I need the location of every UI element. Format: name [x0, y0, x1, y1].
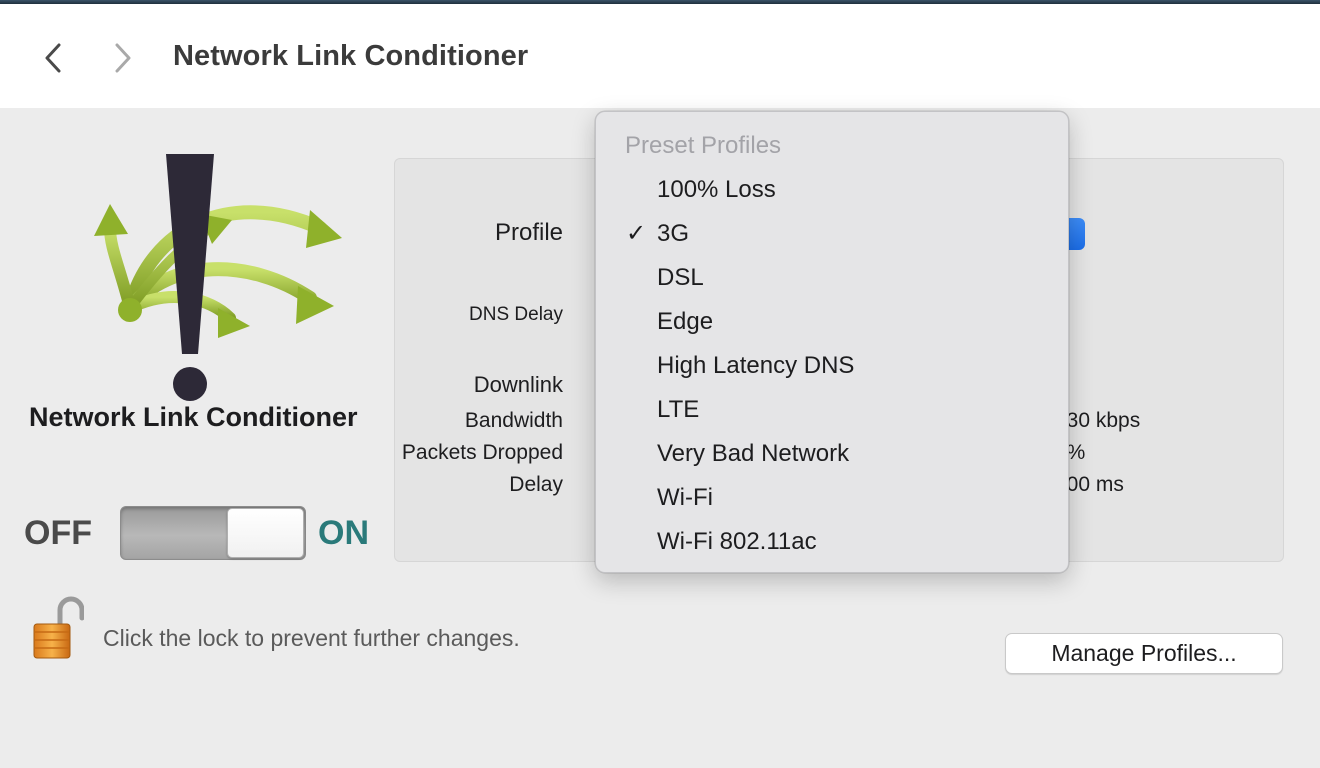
on-off-switch[interactable]: [120, 506, 306, 560]
switch-knob[interactable]: [227, 508, 304, 558]
profile-dropdown-menu: Preset Profiles 100% Loss ✓ 3G DSL Edge …: [595, 111, 1069, 573]
menu-item-high-latency-dns[interactable]: High Latency DNS: [596, 346, 1068, 386]
menu-item-edge[interactable]: Edge: [596, 302, 1068, 342]
menu-item-label: Very Bad Network: [657, 440, 850, 467]
downlink-heading: Downlink: [473, 372, 563, 397]
menu-item-lte[interactable]: LTE: [596, 390, 1068, 430]
menu-item-label: High Latency DNS: [657, 352, 855, 379]
menu-item-wifi[interactable]: Wi-Fi: [596, 478, 1068, 518]
exclamation-arrows-icon: [94, 154, 342, 401]
dns-delay-label: DNS Delay: [469, 304, 563, 325]
window-title: Network Link Conditioner: [173, 40, 529, 72]
menu-item-label: 100% Loss: [657, 176, 776, 203]
chevron-right-icon: [115, 43, 131, 73]
menu-item-label: Wi-Fi 802.11ac: [657, 528, 817, 555]
menu-section-header: Preset Profiles: [625, 132, 782, 159]
menu-item-very-bad-network[interactable]: Very Bad Network: [596, 434, 1068, 474]
menu-item-label: DSL: [657, 264, 704, 291]
app-name: Network Link Conditioner: [29, 402, 358, 432]
off-label: OFF: [24, 514, 92, 552]
bandwidth-label: Bandwidth: [464, 409, 563, 432]
on-label: ON: [318, 514, 369, 552]
chevron-left-icon: [45, 43, 61, 73]
manage-profiles-button[interactable]: Manage Profiles...: [1005, 633, 1283, 674]
menu-item-wifi-80211ac[interactable]: Wi-Fi 802.11ac: [596, 522, 1068, 562]
profile-label: Profile: [494, 219, 563, 246]
back-button[interactable]: [38, 38, 68, 78]
lock-hint-text: Click the lock to prevent further change…: [103, 625, 520, 651]
unlocked-padlock-icon[interactable]: [32, 596, 84, 660]
menu-item-100-loss[interactable]: 100% Loss: [596, 170, 1068, 210]
menu-item-label: 3G: [657, 220, 690, 247]
menu-item-dsl[interactable]: DSL: [596, 258, 1068, 298]
menu-item-label: LTE: [657, 396, 700, 423]
checkmark-icon: ✓: [626, 220, 647, 247]
toolbar: Network Link Conditioner: [0, 4, 1320, 108]
forward-button[interactable]: [108, 38, 138, 78]
menu-item-3g[interactable]: ✓ 3G: [596, 214, 1068, 254]
delay-label: Delay: [509, 473, 563, 496]
packets-dropped-label: Packets Dropped: [401, 441, 563, 464]
menu-item-label: Edge: [657, 308, 714, 335]
menu-item-label: Wi-Fi: [657, 484, 713, 511]
